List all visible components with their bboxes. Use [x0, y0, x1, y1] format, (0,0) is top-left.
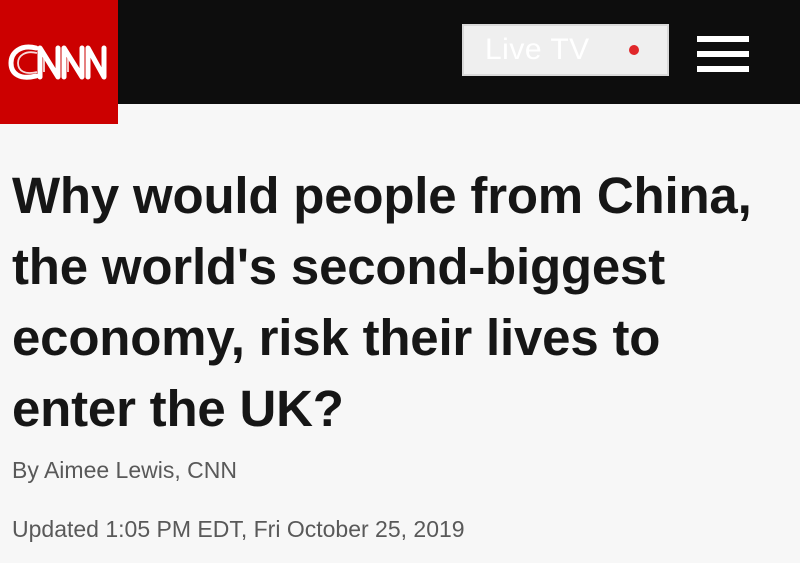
site-header: Live TV: [0, 0, 800, 124]
menu-line: [697, 51, 749, 57]
article-updated-time: Updated 1:05 PM EDT, Fri October 25, 201…: [12, 516, 465, 542]
live-dot-icon: [629, 45, 639, 55]
hamburger-menu-icon[interactable]: [697, 36, 749, 72]
menu-line: [697, 66, 749, 72]
menu-line: [697, 36, 749, 42]
live-tv-button[interactable]: Live TV: [462, 24, 669, 76]
article-byline: By Aimee Lewis, CNN: [12, 457, 237, 483]
cnn-logo-link[interactable]: [0, 0, 118, 124]
article-page: Live TV Why would people from China, the…: [0, 0, 800, 563]
live-tv-label: Live TV: [485, 33, 590, 66]
cnn-logo-icon: [8, 44, 107, 80]
article-headline: Why would people from China, the world's…: [12, 167, 752, 437]
